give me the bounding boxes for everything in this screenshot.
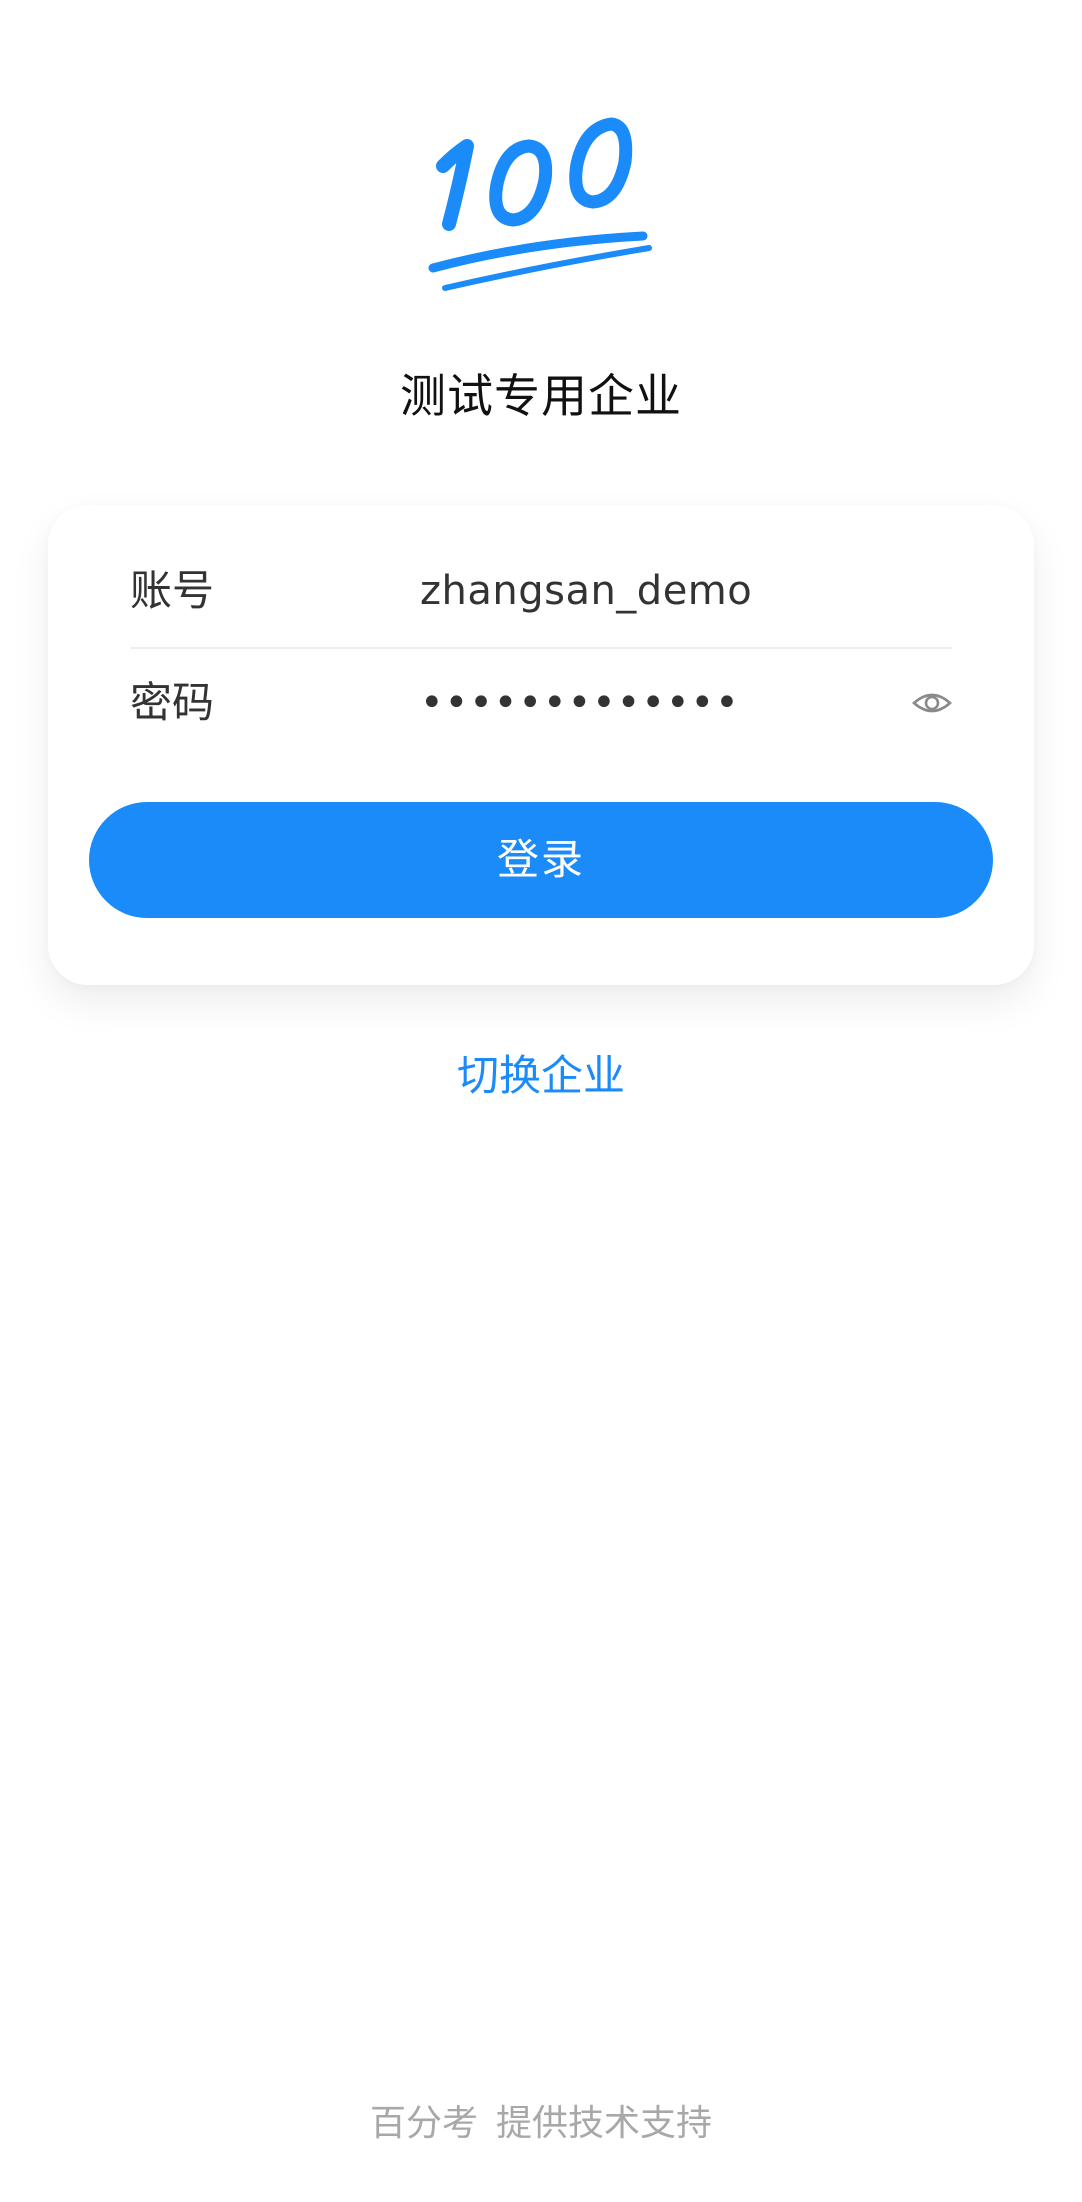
footer-support-text: 提供技术支持: [496, 2103, 713, 2144]
company-name: 测试专用企业: [400, 369, 682, 423]
account-row[interactable]: 账号 zhangsan_demo: [130, 535, 952, 649]
switch-company-link[interactable]: 切换企业: [0, 1040, 1082, 1112]
login-page: 测试专用企业 账号 zhangsan_demo 密码 •••••••••••••…: [0, 0, 1082, 2202]
password-label: 密码: [130, 678, 215, 727]
footer-brand: 百分考: [369, 2103, 478, 2144]
account-label: 账号: [130, 566, 215, 615]
login-card: 账号 zhangsan_demo 密码 ••••••••••••• 登录: [48, 505, 1034, 985]
password-input[interactable]: •••••••••••••: [420, 647, 740, 759]
logo-100-icon: [428, 117, 652, 291]
eye-icon[interactable]: [912, 685, 952, 721]
password-row[interactable]: 密码 •••••••••••••: [130, 647, 952, 759]
login-button[interactable]: 登录: [89, 802, 993, 918]
footer: 百分考 提供技术支持: [0, 2094, 1082, 2154]
account-input[interactable]: zhangsan_demo: [420, 535, 752, 647]
